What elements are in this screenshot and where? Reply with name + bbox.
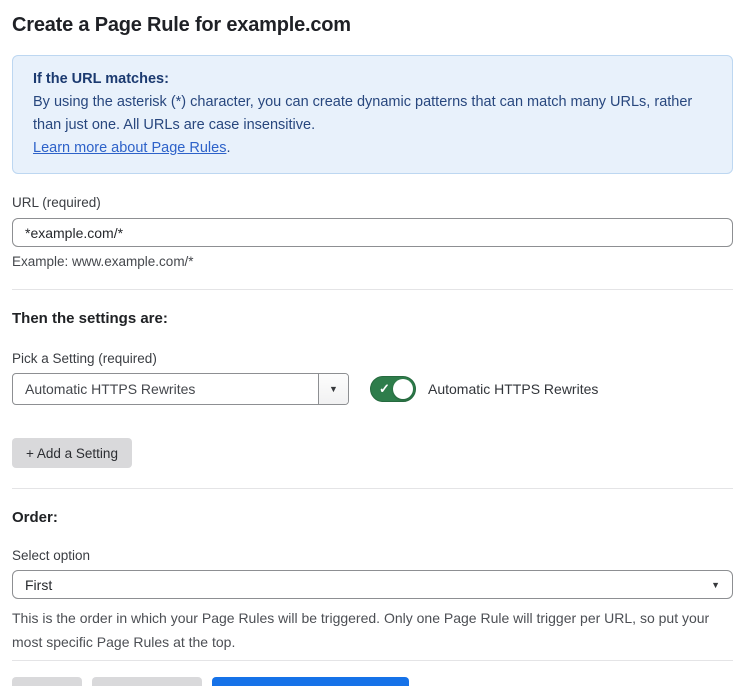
add-setting-button[interactable]: + Add a Setting [12,438,132,468]
https-rewrites-toggle[interactable]: ✓ [370,376,416,402]
url-example-helper: Example: www.example.com/* [12,254,194,269]
dropdown-arrow-button[interactable]: ▼ [318,374,348,404]
setting-dropdown[interactable]: Automatic HTTPS Rewrites ▼ [12,373,349,405]
url-field-label: URL (required) [12,195,101,210]
page-title: Create a Page Rule for example.com [12,14,351,36]
check-icon: ✓ [379,381,390,397]
chevron-down-icon: ▼ [711,579,720,590]
divider [12,488,733,489]
divider [12,289,733,290]
save-deploy-button[interactable]: Save and Deploy Page Rule [211,677,410,686]
order-helper-text: This is the order in which your Page Rul… [12,610,710,650]
pick-setting-label: Pick a Setting (required) [12,351,157,366]
link-suffix: . [226,140,231,156]
learn-more-link[interactable]: Learn more about Page Rules [33,140,226,156]
info-box-heading: If the URL matches: [33,71,169,87]
page-rule-form: Create a Page Rule for example.com If th… [0,0,743,686]
footer-actions: Cancel Save as Draft Save and Deploy Pag… [12,677,733,686]
select-option-label: Select option [12,548,91,563]
chevron-down-icon: ▼ [329,384,338,394]
divider [12,660,733,661]
toggle-knob [393,379,413,399]
info-box-link-line: Learn more about Page Rules. [33,137,712,160]
settings-section-heading: Then the settings are: [12,310,168,327]
url-match-info-box: If the URL matches: By using the asteris… [12,55,733,174]
setting-row: Automatic HTTPS Rewrites ▼ ✓ Automatic H… [12,373,733,405]
save-draft-button[interactable]: Save as Draft [92,677,202,686]
setting-dropdown-value: Automatic HTTPS Rewrites [25,381,196,397]
order-select-value: First [25,576,53,593]
cancel-button[interactable]: Cancel [12,677,83,686]
order-section-heading: Order: [12,509,58,526]
toggle-label: Automatic HTTPS Rewrites [428,381,599,397]
info-box-body: By using the asterisk (*) character, you… [33,94,693,133]
order-select[interactable]: First ▼ [12,570,733,599]
url-input[interactable] [12,218,733,247]
